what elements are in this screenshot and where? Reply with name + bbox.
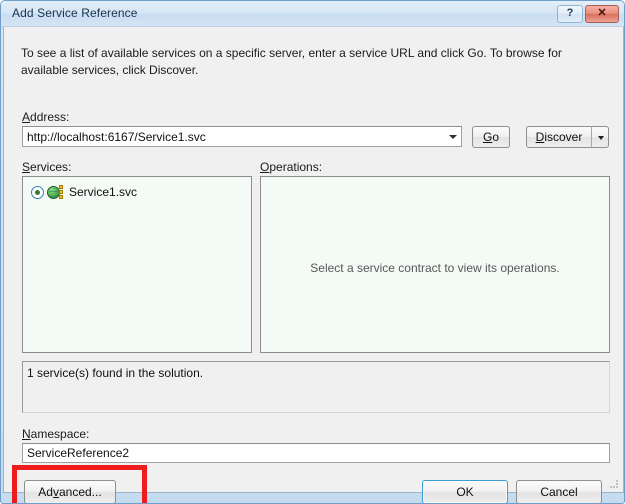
dialog-titlebar[interactable]: Add Service Reference ? ✕ <box>1 1 624 27</box>
tree-item-service[interactable]: Service1.svc <box>31 183 137 201</box>
radio-expander-icon[interactable] <box>31 185 44 199</box>
advanced-post: anced... <box>58 485 102 499</box>
discover-button[interactable]: Discover <box>526 126 592 148</box>
operations-label-rest: perations: <box>269 160 323 174</box>
services-label-rest: ervices: <box>30 160 72 174</box>
advanced-pre: Ad <box>38 485 53 499</box>
status-panel: 1 service(s) found in the solution. <box>22 361 610 413</box>
wcf-service-globe-icon <box>47 184 63 200</box>
namespace-label-accel: N <box>22 427 31 441</box>
dialog-client-area: To see a list of available services on a… <box>3 27 624 503</box>
instructions-text: To see a list of available services on a… <box>21 46 562 77</box>
services-label: Services: <box>22 160 71 174</box>
add-service-reference-dialog: Add Service Reference ? ✕ To see a list … <box>0 0 625 504</box>
namespace-label-rest: amespace: <box>30 427 90 441</box>
dialog-title: Add Service Reference <box>12 6 138 20</box>
address-input-value[interactable]: http://localhost:6167/Service1.svc <box>27 130 206 144</box>
go-rest: o <box>492 130 500 144</box>
expander-dot <box>35 189 40 195</box>
namespace-label: Namespace: <box>22 427 89 441</box>
close-icon-button[interactable]: ✕ <box>585 5 619 23</box>
chevron-down-icon <box>598 136 604 140</box>
operations-list[interactable]: Select a service contract to view its op… <box>260 176 610 353</box>
go-button[interactable]: Go <box>472 126 510 148</box>
services-label-accel: S <box>22 160 31 174</box>
globe-connector-middle <box>59 189 63 194</box>
address-label-rest: ddress: <box>30 110 70 124</box>
globe-connector-top <box>59 184 63 189</box>
operations-placeholder-text: Select a service contract to view its op… <box>310 261 560 275</box>
ok-button[interactable]: OK <box>422 480 508 503</box>
status-message: 1 service(s) found in the solution. <box>27 366 204 380</box>
globe-connector-bottom <box>59 194 63 199</box>
go-accel: G <box>482 130 493 144</box>
resize-grip[interactable] <box>607 477 619 489</box>
cancel-button[interactable]: Cancel <box>516 480 602 503</box>
discover-dropdown-button[interactable] <box>591 126 609 148</box>
chevron-down-icon[interactable] <box>449 135 457 139</box>
services-tree[interactable]: Service1.svc <box>22 176 252 353</box>
advanced-button[interactable]: Advanced... <box>24 480 116 503</box>
namespace-input-value[interactable]: ServiceReference2 <box>27 446 129 460</box>
operations-label: Operations: <box>260 160 322 174</box>
help-icon-button[interactable]: ? <box>557 5 583 23</box>
address-combobox[interactable]: http://localhost:6167/Service1.svc <box>22 126 462 147</box>
discover-rest: iscover <box>544 130 583 144</box>
tree-item-label: Service1.svc <box>69 185 138 199</box>
address-label: Address: <box>22 110 69 124</box>
operations-label-accel: O <box>260 160 270 174</box>
namespace-input[interactable]: ServiceReference2 <box>22 443 610 463</box>
address-label-accel: A <box>22 110 31 124</box>
